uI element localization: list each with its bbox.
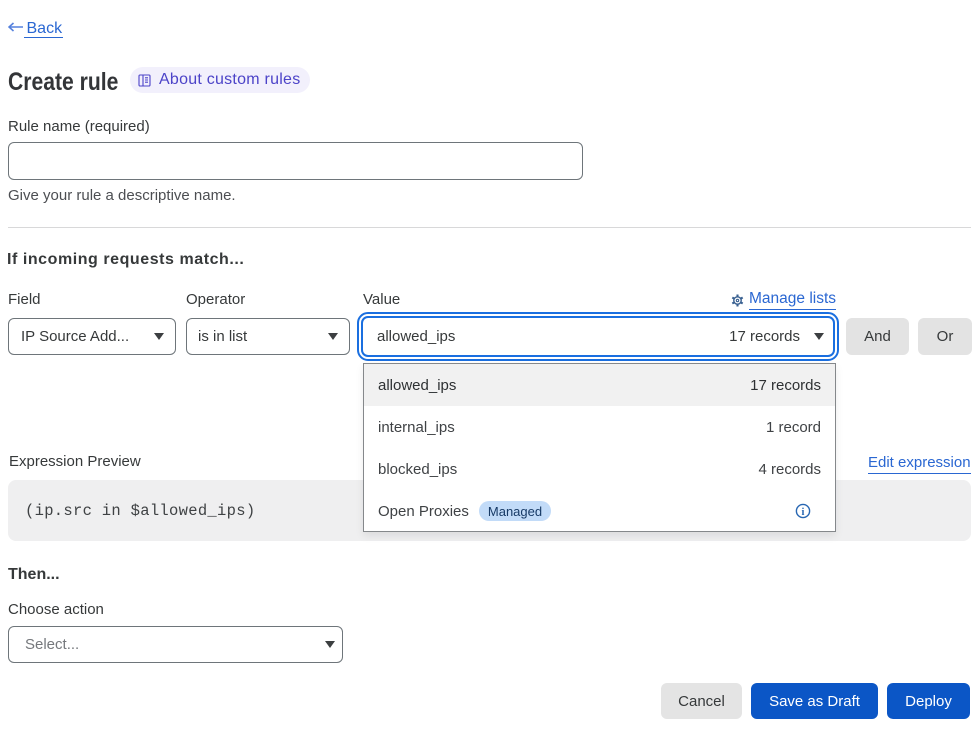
svg-text:i: i xyxy=(802,507,805,518)
